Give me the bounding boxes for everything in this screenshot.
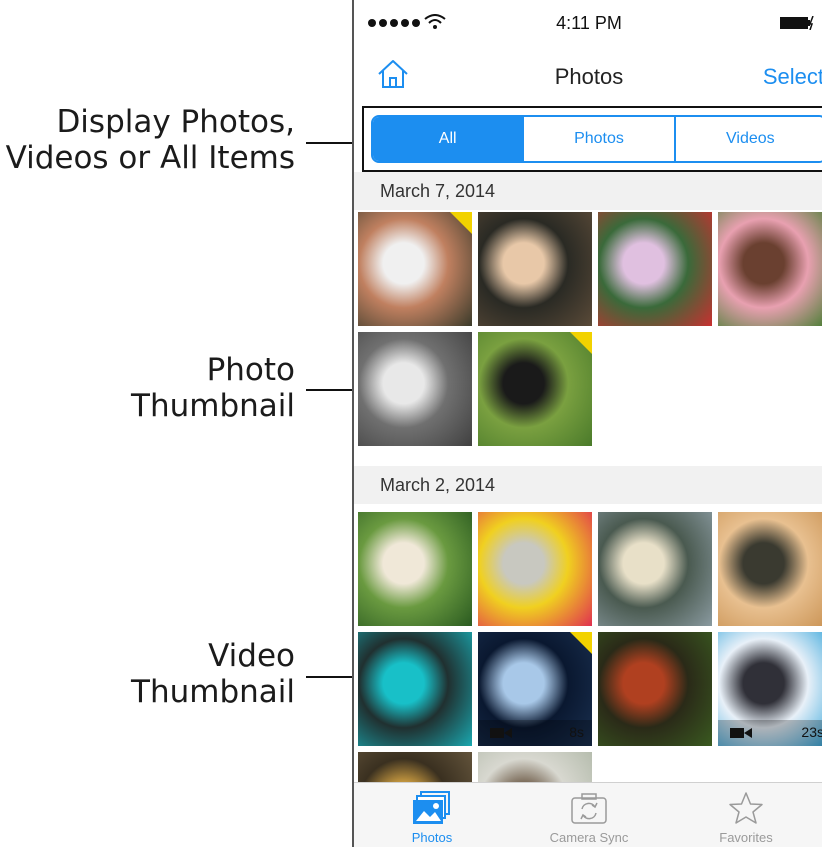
callout-line: Photo	[206, 352, 295, 388]
filter-segmented-control: All Photos Videos	[371, 115, 822, 163]
section-date: March 2, 2014	[380, 475, 496, 495]
segment-all[interactable]: All	[373, 117, 523, 161]
segment-videos[interactable]: Videos	[673, 117, 822, 161]
callout-line: Thumbnail	[131, 674, 295, 710]
video-duration: 8s	[569, 724, 584, 740]
photo-thumbnail[interactable]	[358, 632, 472, 746]
tab-camera-sync[interactable]: Camera Sync	[511, 783, 667, 847]
callout-video-thumbnail: Video Thumbnail	[131, 638, 295, 710]
tab-bar: Photos Camera Sync Favorites	[354, 782, 822, 847]
photo-thumbnail[interactable]	[718, 212, 822, 326]
video-duration: 23s	[801, 724, 822, 740]
callout-leader	[306, 142, 358, 144]
callout-line: Display Photos,	[56, 104, 295, 140]
photo-thumbnail[interactable]	[358, 212, 472, 326]
status-bar: 4:11 PM	[354, 0, 822, 48]
filter-highlight-box: All Photos Videos	[362, 106, 822, 172]
tab-label: Favorites	[719, 830, 773, 845]
callout-display-filter: Display Photos, Videos or All Items	[6, 104, 295, 176]
tab-label: Camera Sync	[549, 830, 629, 845]
photo-thumbnail[interactable]	[478, 212, 592, 326]
video-thumbnail[interactable]: 23s	[718, 632, 822, 746]
photo-thumbnail[interactable]	[358, 512, 472, 626]
photo-thumbnail[interactable]	[478, 332, 592, 446]
segment-photos[interactable]: Photos	[522, 117, 674, 161]
phone-screen: 4:11 PM Photos Select All Photos Videos Ma…	[352, 0, 822, 847]
tab-favorites[interactable]: Favorites	[668, 783, 822, 847]
callout-line: Videos or All Items	[5, 140, 295, 176]
video-camera-icon	[490, 728, 512, 738]
star-icon	[726, 791, 766, 825]
video-camera-icon	[730, 728, 752, 738]
photo-thumbnail[interactable]	[358, 332, 472, 446]
video-info-bar: 23s	[718, 720, 822, 746]
photo-thumbnail[interactable]	[478, 512, 592, 626]
section-header: March 7, 2014	[354, 172, 822, 210]
callout-line: Thumbnail	[131, 388, 295, 424]
video-thumbnail[interactable]: 8s	[478, 632, 592, 746]
select-button[interactable]: Select	[763, 64, 822, 90]
section-header: March 2, 2014	[354, 466, 822, 504]
section-date: March 7, 2014	[380, 181, 496, 201]
photo-thumbnail[interactable]	[598, 212, 712, 326]
photos-icon	[412, 791, 452, 825]
photo-thumbnail[interactable]	[598, 632, 712, 746]
navigation-bar: Photos Select	[354, 48, 822, 102]
camera-sync-icon	[569, 791, 609, 825]
video-info-bar: 8s	[478, 720, 592, 746]
photo-thumbnail[interactable]	[718, 512, 822, 626]
battery-icon	[780, 16, 814, 30]
status-time: 4:11 PM	[556, 13, 622, 33]
callout-line: Video	[208, 638, 295, 674]
photo-thumbnail[interactable]	[598, 512, 712, 626]
tab-label: Photos	[411, 830, 453, 845]
callout-photo-thumbnail: Photo Thumbnail	[131, 352, 295, 424]
page-title: Photos	[554, 64, 624, 89]
tab-photos[interactable]: Photos	[354, 783, 510, 847]
